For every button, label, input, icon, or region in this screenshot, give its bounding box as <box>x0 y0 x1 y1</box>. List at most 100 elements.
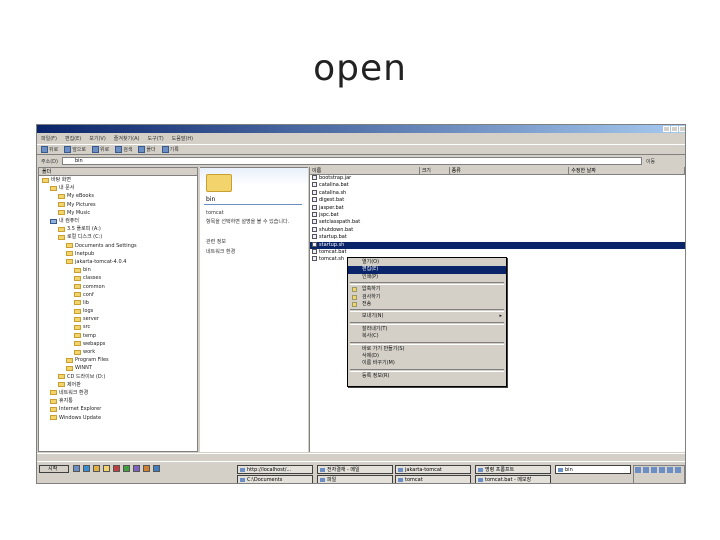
taskbar-button[interactable]: 명령 프롬프트 <box>475 465 551 474</box>
tree-item[interactable]: My Pictures <box>39 201 197 209</box>
tree-item[interactable]: src <box>39 323 197 331</box>
tree-item[interactable]: 내 컴퓨터 <box>39 217 197 225</box>
web-view-link[interactable]: 관련 정보 <box>206 238 302 245</box>
app-icon[interactable] <box>153 465 160 472</box>
tree-item[interactable]: common <box>39 282 197 290</box>
app-icon[interactable] <box>133 465 140 472</box>
tree-item[interactable]: server <box>39 315 197 323</box>
taskbar-button[interactable]: jakarta-tomcat <box>395 465 471 474</box>
column-header[interactable]: 종류 <box>450 167 570 174</box>
context-menu-item[interactable]: 바로 가기 만들기(S) <box>348 346 506 353</box>
tree-item[interactable]: lib <box>39 299 197 307</box>
tree-item[interactable]: 제어판 <box>39 381 197 389</box>
tree-item[interactable]: Program Files <box>39 356 197 364</box>
tree-item[interactable]: jakarta-tomcat-4.0.4 <box>39 258 197 266</box>
start-button[interactable]: 시작 <box>39 465 69 473</box>
app-icon[interactable] <box>123 465 130 472</box>
table-row[interactable]: catalina.bat <box>310 182 685 189</box>
go-button[interactable]: 이동 <box>646 158 655 165</box>
media-icon[interactable] <box>113 465 120 472</box>
table-row[interactable]: digest.bat <box>310 197 685 204</box>
close-button[interactable] <box>679 126 685 132</box>
tree-item[interactable]: My Music <box>39 209 197 217</box>
table-row[interactable]: bootstrap.jar <box>310 175 685 182</box>
table-row[interactable]: startup.bat <box>310 234 685 241</box>
tray-icon[interactable] <box>643 467 649 473</box>
tree-item[interactable]: 내 문서 <box>39 184 197 192</box>
tree-item[interactable]: Documents and Settings <box>39 242 197 250</box>
tree-item[interactable]: webapps <box>39 340 197 348</box>
tree-item[interactable]: CD 드라이브 (D:) <box>39 373 197 381</box>
tree-item[interactable]: 네트워크 환경 <box>39 389 197 397</box>
context-menu-item[interactable]: 등록 정보(R) <box>348 373 506 380</box>
taskbar-button[interactable]: tomcat.bat - 메모장 <box>475 475 551 483</box>
column-header[interactable]: 수정한 날짜 <box>569 167 685 174</box>
tree-item[interactable]: My eBooks <box>39 192 197 200</box>
tray-icon[interactable] <box>651 467 657 473</box>
tree-item[interactable]: temp <box>39 332 197 340</box>
tray-icon[interactable] <box>675 467 681 473</box>
menu-item[interactable]: 도움말(H) <box>172 135 193 142</box>
taskbar-button[interactable]: C:\Documents <box>237 475 313 483</box>
menu-item[interactable]: 즐겨찾기(A) <box>114 135 140 142</box>
tree-item[interactable]: Windows Update <box>39 413 197 421</box>
tree-item[interactable]: logs <box>39 307 197 315</box>
tree-item[interactable]: bin <box>39 266 197 274</box>
context-menu-item[interactable]: 이름 바꾸기(M) <box>348 360 506 367</box>
column-header[interactable]: 크기 <box>420 167 450 174</box>
menu-item[interactable]: 파일(F) <box>41 135 57 142</box>
toolbar-button[interactable]: 검색 <box>115 146 132 153</box>
context-menu-item[interactable]: 편집(E) <box>348 266 506 274</box>
context-menu-item[interactable]: 압축하기 <box>348 286 506 293</box>
toolbar-button[interactable]: 위로 <box>92 146 109 153</box>
menu-item[interactable]: 보기(V) <box>89 135 106 142</box>
minimize-button[interactable] <box>663 126 670 132</box>
web-view-link[interactable]: 네트워크 환경 <box>206 248 302 255</box>
context-menu-item[interactable]: 전송 <box>348 301 506 308</box>
table-row[interactable]: startup.sh <box>310 241 685 249</box>
taskbar-button[interactable]: http://localhost/... <box>237 465 313 474</box>
table-row[interactable]: catalina.sh <box>310 189 685 197</box>
taskbar-button[interactable]: bin <box>555 465 631 474</box>
tree-item[interactable]: Inetpub <box>39 250 197 258</box>
tree-item[interactable]: 3.5 플로피 (A:) <box>39 225 197 233</box>
tree-item[interactable]: work <box>39 348 197 356</box>
table-row[interactable]: setclasspath.bat <box>310 219 685 226</box>
toolbar-button[interactable]: 폴더 <box>138 146 156 153</box>
column-header[interactable]: 이름 <box>310 167 420 174</box>
address-input[interactable]: bin <box>61 157 642 165</box>
context-menu-item[interactable]: 인쇄(P) <box>348 274 506 281</box>
context-menu-item[interactable]: 복사(C) <box>348 333 506 340</box>
context-menu-item[interactable]: 보내기(N) ▸ <box>348 313 506 320</box>
table-row[interactable]: tomcat.bat <box>310 248 685 256</box>
taskbar-button[interactable]: tomcat <box>395 475 471 483</box>
tree-item[interactable]: 바탕 화면 <box>39 176 197 184</box>
taskbar-button[interactable]: 파일 <box>317 475 393 483</box>
tree-item[interactable]: conf <box>39 291 197 299</box>
menu-item[interactable]: 도구(T) <box>148 135 164 142</box>
table-row[interactable]: shutdown.bat <box>310 226 685 234</box>
table-row[interactable]: jspc.bat <box>310 211 685 219</box>
outlook-icon[interactable] <box>93 465 100 472</box>
ie-icon[interactable] <box>83 465 90 472</box>
tray-icon[interactable] <box>667 467 673 473</box>
toolbar-button[interactable]: 뒤로 <box>41 146 58 153</box>
context-menu-item[interactable]: 검사하기 <box>348 294 506 301</box>
tree-item[interactable]: 로컬 디스크 (C:) <box>39 233 197 241</box>
maximize-button[interactable] <box>671 126 678 132</box>
tree-item[interactable]: classes <box>39 274 197 282</box>
taskbar-button[interactable]: 전자결재 - 메일 <box>317 465 393 474</box>
tree-item[interactable]: 휴지통 <box>39 397 197 405</box>
tray-icon[interactable] <box>635 467 641 473</box>
folder-icon[interactable] <box>103 465 110 472</box>
desktop-icon[interactable] <box>73 465 80 472</box>
toolbar-button[interactable]: 앞으로 <box>64 146 86 153</box>
tree-item[interactable]: WINNT <box>39 364 197 372</box>
menu-item[interactable]: 편집(E) <box>65 135 81 142</box>
tray-icon[interactable] <box>659 467 665 473</box>
window-titlebar[interactable] <box>37 125 685 133</box>
app-icon[interactable] <box>143 465 150 472</box>
tree-item[interactable]: Internet Explorer <box>39 405 197 413</box>
table-row[interactable]: jasper.bat <box>310 204 685 212</box>
toolbar-button[interactable]: 기록 <box>161 146 179 153</box>
